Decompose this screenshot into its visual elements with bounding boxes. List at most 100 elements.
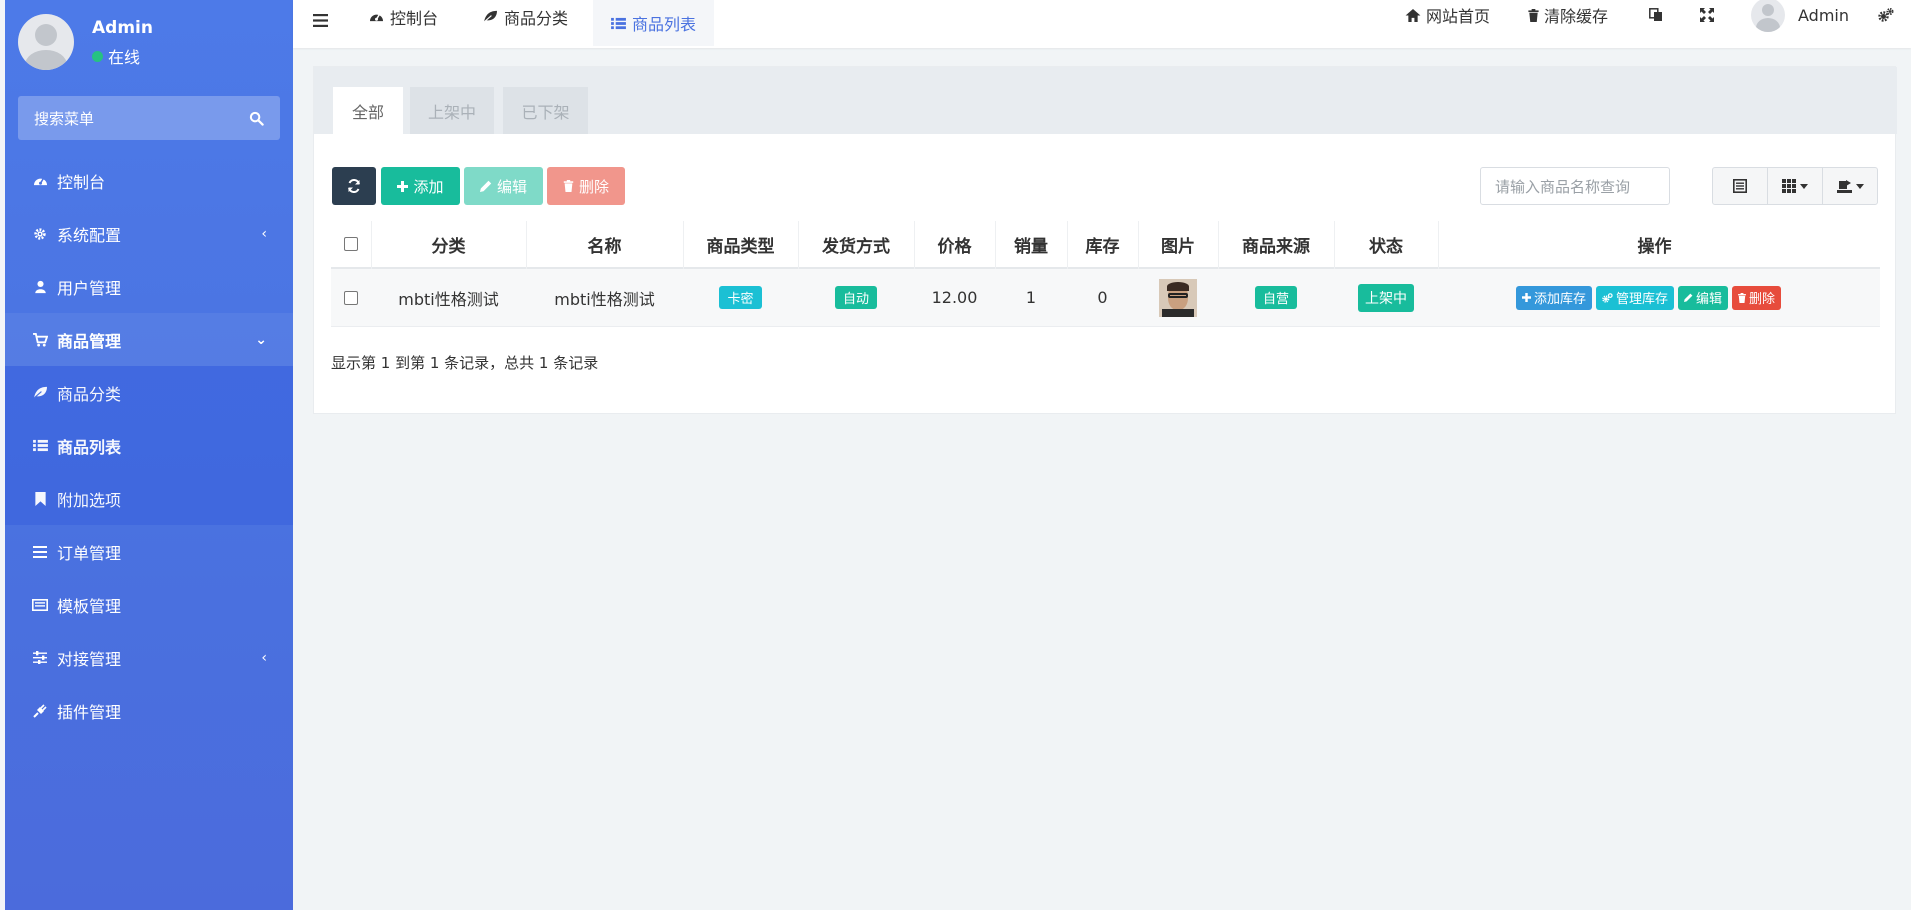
user-status: 在线 bbox=[92, 44, 140, 68]
avatar bbox=[1751, 0, 1785, 32]
fullscreen-button[interactable] bbox=[1700, 0, 1714, 30]
plus-icon bbox=[1522, 293, 1531, 302]
sidebar-item-users[interactable]: 用户管理 bbox=[0, 260, 293, 313]
sidebar-item-dashboard[interactable]: 控制台 bbox=[0, 154, 293, 207]
header-source[interactable]: 商品来源 bbox=[1218, 221, 1334, 267]
header-delivery[interactable]: 发货方式 bbox=[798, 221, 914, 267]
language-button[interactable] bbox=[1649, 0, 1663, 30]
edit-button[interactable]: 编辑 bbox=[464, 167, 543, 205]
sidebar-item-plugins[interactable]: 插件管理 bbox=[0, 684, 293, 737]
row-checkbox[interactable] bbox=[344, 290, 358, 305]
chevron-down-icon: ⌄ bbox=[255, 331, 267, 348]
columns-button[interactable] bbox=[1768, 168, 1823, 204]
header-stock[interactable]: 库存 bbox=[1067, 221, 1138, 267]
sidebar-search-input[interactable]: 搜索菜单 bbox=[18, 96, 280, 140]
header-sales[interactable]: 销量 bbox=[995, 221, 1067, 267]
sidebar-item-label: 附加选项 bbox=[57, 490, 122, 510]
clear-cache-label: 清除缓存 bbox=[1544, 7, 1609, 26]
tab-all[interactable]: 全部 bbox=[333, 87, 403, 134]
sidebar-item-goods-management[interactable]: 商品管理 ⌄ bbox=[0, 313, 293, 366]
caret-down-icon bbox=[1855, 183, 1864, 189]
sidebar-item-label: 商品管理 bbox=[57, 331, 122, 351]
sidebar-item-integration[interactable]: 对接管理 ‹ bbox=[0, 631, 293, 684]
status-badge[interactable]: 上架中 bbox=[1358, 283, 1414, 312]
header-type[interactable]: 商品类型 bbox=[683, 221, 798, 267]
caret-down-icon bbox=[1800, 183, 1808, 189]
user-menu[interactable]: Admin bbox=[1751, 0, 1849, 32]
sidebar-item-templates[interactable]: 模板管理 bbox=[0, 578, 293, 631]
add-stock-button[interactable]: 添加库存 bbox=[1516, 285, 1593, 310]
website-home-label: 网站首页 bbox=[1426, 7, 1491, 26]
row-delete-button[interactable]: 删除 bbox=[1732, 285, 1782, 310]
user-panel: Admin 在线 bbox=[18, 14, 278, 72]
trash-icon bbox=[563, 180, 574, 192]
sidebar-item-goods-list[interactable]: 商品列表 bbox=[0, 419, 293, 472]
row-checkbox-cell bbox=[331, 269, 371, 326]
cell-delivery: 自动 bbox=[798, 269, 914, 326]
user-name: Admin bbox=[92, 18, 153, 38]
add-button-label: 添加 bbox=[413, 177, 444, 196]
cart-icon bbox=[32, 332, 48, 348]
cell-image bbox=[1138, 269, 1218, 326]
sliders-icon bbox=[32, 650, 48, 666]
plug-icon bbox=[32, 703, 48, 719]
refresh-icon bbox=[347, 179, 361, 193]
sidebar-item-addon-options[interactable]: 附加选项 bbox=[0, 472, 293, 525]
add-button[interactable]: 添加 bbox=[381, 167, 460, 205]
table-view-controls bbox=[1712, 167, 1878, 205]
pencil-icon bbox=[1684, 293, 1693, 302]
tab-goods-category[interactable]: 商品分类 bbox=[483, 0, 568, 33]
select-all-checkbox[interactable] bbox=[344, 237, 358, 251]
goods-search-placeholder: 请输入商品名称查询 bbox=[1495, 177, 1631, 196]
gear-icon bbox=[32, 226, 48, 242]
refresh-button[interactable] bbox=[332, 167, 376, 205]
toggle-view-button[interactable] bbox=[1713, 168, 1768, 204]
clear-cache-button[interactable]: 清除缓存 bbox=[1528, 0, 1608, 30]
sidebar-item-label: 控制台 bbox=[57, 172, 106, 192]
row-edit-button[interactable]: 编辑 bbox=[1678, 285, 1729, 310]
sidebar-item-label: 插件管理 bbox=[57, 702, 122, 722]
header-category[interactable]: 分类 bbox=[371, 221, 526, 267]
sidebar: Admin 在线 搜索菜单 控制台 系统配置 ‹ 用户管理 商品管理 ⌄ 商品分… bbox=[0, 0, 293, 910]
sidebar-item-orders[interactable]: 订单管理 bbox=[0, 525, 293, 578]
menu-toggle-icon[interactable] bbox=[313, 14, 328, 27]
header-status[interactable]: 状态 bbox=[1334, 221, 1438, 267]
manage-stock-button[interactable]: 管理库存 bbox=[1596, 285, 1675, 310]
sidebar-item-system-config[interactable]: 系统配置 ‹ bbox=[0, 207, 293, 260]
plus-icon bbox=[397, 180, 409, 192]
search-icon[interactable] bbox=[249, 111, 264, 126]
delete-button[interactable]: 删除 bbox=[547, 167, 625, 205]
sidebar-search-placeholder: 搜索菜单 bbox=[34, 109, 95, 128]
sidebar-item-label: 系统配置 bbox=[57, 225, 122, 245]
dashboard-icon bbox=[32, 173, 48, 189]
top-navbar: 控制台 商品分类 商品列表 网站首页 清除缓存 Admin bbox=[293, 0, 1911, 48]
cell-source: 自营 bbox=[1218, 269, 1334, 326]
table-header: 分类 名称 商品类型 发货方式 价格 销量 库存 图片 商品来源 状态 操作 bbox=[331, 221, 1880, 269]
leaf-icon bbox=[483, 10, 498, 23]
header-actions: 操作 bbox=[1637, 236, 1672, 257]
export-icon bbox=[1836, 179, 1852, 193]
home-icon bbox=[1405, 8, 1421, 22]
tab-label: 控制台 bbox=[390, 8, 439, 28]
sidebar-item-goods-category[interactable]: 商品分类 bbox=[0, 366, 293, 419]
goods-search-input[interactable]: 请输入商品名称查询 bbox=[1480, 167, 1670, 205]
avatar[interactable] bbox=[18, 14, 74, 70]
tab-off-sale[interactable]: 已下架 bbox=[503, 87, 588, 134]
export-button[interactable] bbox=[1823, 168, 1877, 204]
product-thumbnail[interactable] bbox=[1159, 278, 1197, 317]
pencil-icon bbox=[479, 180, 492, 192]
website-home-link[interactable]: 网站首页 bbox=[1405, 0, 1490, 30]
row-edit-label: 编辑 bbox=[1696, 292, 1723, 307]
tab-on-sale[interactable]: 上架中 bbox=[410, 87, 494, 134]
settings-button[interactable] bbox=[1878, 0, 1894, 30]
row-delete-label: 删除 bbox=[1749, 292, 1776, 307]
header-price[interactable]: 价格 bbox=[914, 221, 995, 267]
table-row[interactable]: mbti性格测试 mbti性格测试 卡密 自动 12.00 1 0 自营 上架中 bbox=[331, 269, 1880, 327]
sidebar-left-border bbox=[0, 0, 5, 910]
header-name[interactable]: 名称 bbox=[526, 221, 683, 267]
type-badge: 卡密 bbox=[719, 286, 762, 309]
delivery-badge: 自动 bbox=[834, 286, 877, 309]
tab-goods-list[interactable]: 商品列表 bbox=[593, 0, 715, 46]
tab-label: 商品分类 bbox=[504, 8, 569, 28]
tab-dashboard[interactable]: 控制台 bbox=[369, 0, 438, 33]
